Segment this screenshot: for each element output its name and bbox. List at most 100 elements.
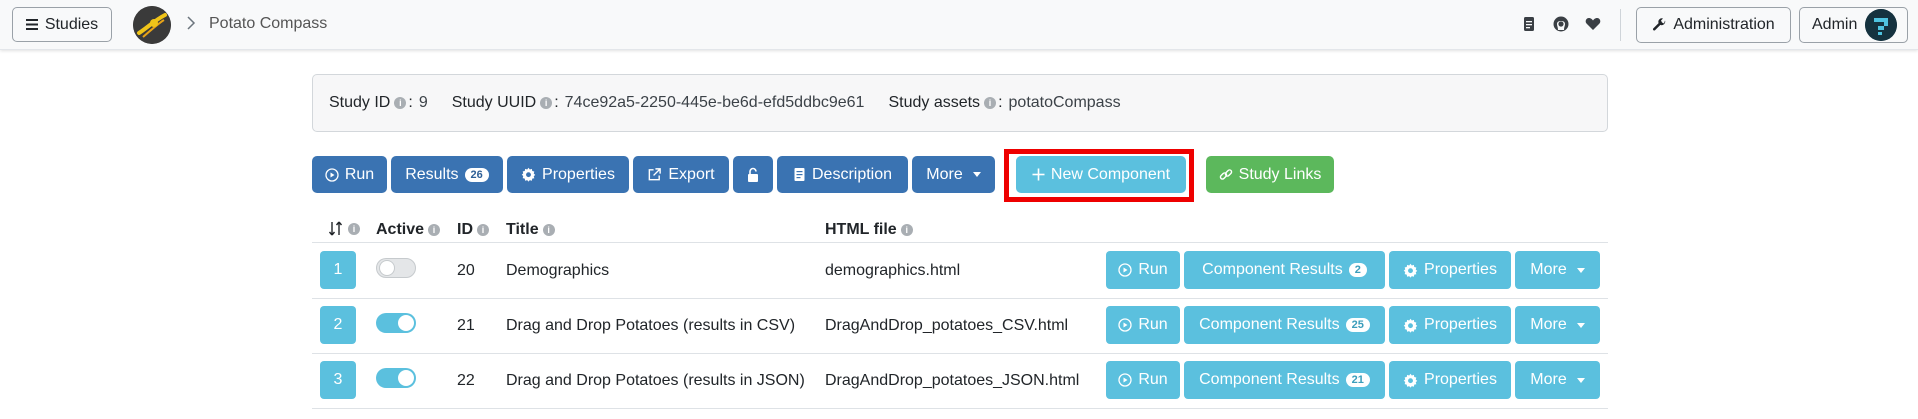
component-id: 21 [457, 317, 475, 334]
column-header-id: ID i [457, 221, 493, 239]
run-component-button[interactable]: Run [1106, 361, 1180, 399]
jatos-logo-icon[interactable] [133, 6, 171, 44]
run-study-button[interactable]: Run [312, 156, 387, 193]
new-component-label: New Component [1050, 165, 1171, 183]
component-results-count-badge: 2 [1348, 263, 1367, 277]
column-header-position[interactable]: i [328, 221, 364, 236]
info-icon[interactable]: i [540, 97, 553, 109]
breadcrumb-study-name[interactable]: Potato Compass [209, 15, 327, 33]
info-icon[interactable]: i [428, 224, 441, 236]
document-icon[interactable] [1519, 14, 1539, 34]
lock-toggle-button[interactable] [733, 156, 773, 193]
caret-down-icon [1576, 377, 1585, 383]
info-icon[interactable]: i [984, 97, 997, 109]
position-badge[interactable]: 2 [320, 306, 356, 344]
component-results-button[interactable]: Component Results 2 [1184, 251, 1385, 289]
component-results-button[interactable]: Component Results 25 [1184, 306, 1385, 344]
properties-label: Properties [1424, 261, 1497, 278]
user-menu-button[interactable]: Admin [1799, 7, 1908, 43]
component-html-file: DragAndDrop_potatoes_CSV.html [825, 317, 1069, 334]
component-more-dropdown-button[interactable]: More [1515, 361, 1600, 399]
heart-icon[interactable] [1583, 14, 1603, 34]
run-label: Run [344, 165, 375, 183]
active-toggle[interactable] [376, 258, 416, 278]
study-uuid-label: Study UUID [451, 94, 537, 111]
component-title: Demographics [506, 262, 610, 279]
study-uuid-item: Study UUID i: 74ce92a5-2250-445e-be6d-ef… [451, 94, 865, 111]
component-more-dropdown-button[interactable]: More [1515, 251, 1600, 289]
study-uuid-value: 74ce92a5-2250-445e-be6d-efd5ddbc9e61 [564, 94, 865, 111]
info-icon[interactable]: i [394, 97, 407, 109]
new-component-button[interactable]: New Component [1016, 156, 1186, 193]
more-dropdown-button[interactable]: More [912, 156, 995, 193]
study-id-value: 9 [418, 94, 428, 111]
results-count-badge: 26 [464, 167, 489, 182]
info-icon[interactable]: i [348, 222, 360, 235]
component-properties-button[interactable]: Properties [1389, 361, 1511, 399]
document-icon [793, 167, 806, 182]
more-label: More [1530, 261, 1567, 278]
table-divider [312, 353, 1608, 354]
active-toggle[interactable] [376, 368, 416, 388]
title-header-label: Title [506, 221, 539, 238]
component-more-dropdown-button[interactable]: More [1515, 306, 1600, 344]
gear-icon [1403, 373, 1418, 388]
link-icon [1219, 168, 1233, 182]
hamburger-icon [25, 19, 38, 30]
position-badge[interactable]: 3 [320, 361, 356, 399]
wrench-icon [1652, 17, 1667, 33]
study-assets-label: Study assets [888, 94, 981, 111]
study-info-card: Study ID i: 9 Study UUID i: 74ce92a5-225… [312, 74, 1608, 132]
component-results-count-badge: 21 [1345, 373, 1370, 387]
id-header-label: ID [457, 221, 473, 238]
run-label: Run [1138, 316, 1168, 333]
component-results-label: Component Results [1199, 371, 1340, 388]
study-id-item: Study ID i: 9 [329, 94, 428, 111]
position-badge[interactable]: 1 [320, 251, 356, 289]
caret-down-icon [1576, 267, 1585, 273]
active-header-label: Active [376, 221, 425, 238]
run-label: Run [1138, 371, 1168, 388]
administration-button[interactable]: Administration [1636, 7, 1791, 43]
info-icon[interactable]: i [477, 224, 489, 236]
component-results-label: Component Results [1202, 261, 1343, 278]
component-properties-button[interactable]: Properties [1389, 306, 1511, 344]
top-navbar: Studies Potato Compass Administration Ad… [0, 0, 1918, 50]
properties-label: Properties [1424, 316, 1497, 333]
component-title: Drag and Drop Potatoes (results in CSV) [506, 317, 796, 334]
breadcrumb-chevron-icon [186, 14, 196, 32]
gear-icon [1403, 318, 1418, 333]
more-label: More [1530, 316, 1567, 333]
unlock-icon [746, 167, 760, 183]
play-circle-icon [1118, 263, 1132, 277]
plus-icon [1032, 168, 1045, 181]
column-header-title: Title i [506, 221, 559, 239]
description-button[interactable]: Description [777, 156, 908, 193]
description-label: Description [811, 165, 893, 183]
export-button[interactable]: Export [633, 156, 729, 193]
study-links-button[interactable]: Study Links [1206, 156, 1334, 193]
component-properties-button[interactable]: Properties [1389, 251, 1511, 289]
navbar-divider [1620, 9, 1621, 41]
more-label: More [926, 165, 963, 183]
table-divider [312, 242, 1608, 243]
component-results-label: Component Results [1199, 316, 1340, 333]
html-file-header-label: HTML file [825, 221, 897, 238]
component-results-count-badge: 25 [1345, 318, 1370, 332]
info-icon[interactable]: i [900, 224, 913, 236]
component-title: Drag and Drop Potatoes (results in JSON) [506, 372, 805, 389]
properties-button[interactable]: Properties [507, 156, 629, 193]
run-component-button[interactable]: Run [1106, 306, 1180, 344]
studies-label: Studies [44, 15, 99, 33]
results-button[interactable]: Results 26 [391, 156, 503, 193]
run-label: Run [1138, 261, 1168, 278]
gear-icon [1403, 263, 1418, 278]
active-toggle[interactable] [376, 313, 416, 333]
component-results-button[interactable]: Component Results 21 [1184, 361, 1385, 399]
run-component-button[interactable]: Run [1106, 251, 1180, 289]
info-icon[interactable]: i [542, 224, 555, 236]
sort-arrows-icon [328, 221, 344, 236]
component-html-file: demographics.html [825, 262, 961, 279]
github-icon[interactable] [1551, 14, 1571, 34]
studies-button[interactable]: Studies [12, 7, 112, 42]
